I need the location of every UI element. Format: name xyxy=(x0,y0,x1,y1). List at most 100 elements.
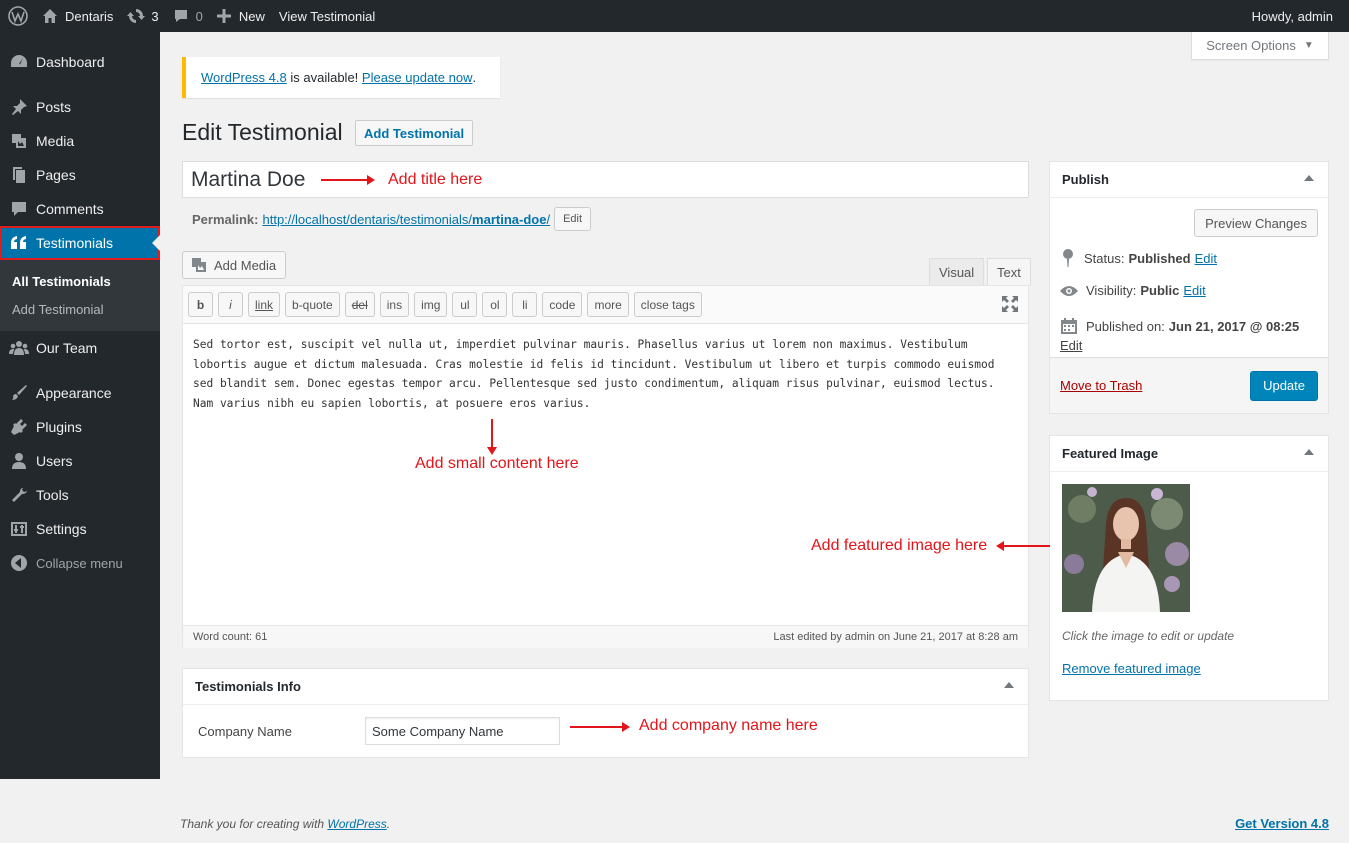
published-on-value: Jun 21, 2017 @ 08:25 xyxy=(1168,318,1300,334)
sidebar-item-label: Our Team xyxy=(36,340,98,356)
sidebar-item-dashboard[interactable]: Dashboard xyxy=(0,45,160,79)
update-button[interactable]: Update xyxy=(1250,370,1318,401)
submenu-add-testimonial[interactable]: Add Testimonial xyxy=(0,295,160,323)
sidebar-item-settings[interactable]: Settings xyxy=(0,512,160,546)
view-testimonial-link[interactable]: View Testimonial xyxy=(272,0,382,32)
edit-status-link[interactable]: Edit xyxy=(1195,251,1217,266)
qt-blockquote-button[interactable]: b-quote xyxy=(285,292,340,317)
toggle-up-icon[interactable] xyxy=(1304,449,1314,455)
featured-image-title: Featured Image xyxy=(1062,446,1159,461)
sidebar-item-users[interactable]: Users xyxy=(0,444,160,478)
updates-link[interactable]: 3 xyxy=(120,0,165,32)
comment-icon xyxy=(9,199,29,219)
sidebar-item-label: Pages xyxy=(36,167,76,183)
qt-link-button[interactable]: link xyxy=(248,292,281,317)
sidebar-item-label: Settings xyxy=(36,521,87,537)
sidebar-item-plugins[interactable]: Plugins xyxy=(0,410,160,444)
collapse-menu-button[interactable]: Collapse menu xyxy=(0,546,160,580)
edit-visibility-link[interactable]: Edit xyxy=(1183,283,1205,298)
add-media-button[interactable]: Add Media xyxy=(182,251,287,279)
word-count: Word count: 61 xyxy=(193,631,268,643)
published-on-row: Published on: Jun 21, 2017 @ 08:25 xyxy=(1060,317,1303,335)
qt-close-tags-button[interactable]: close tags xyxy=(633,292,702,317)
publish-header[interactable]: Publish xyxy=(1050,162,1328,198)
permalink-link[interactable]: http://localhost/dentaris/testimonials/m… xyxy=(262,212,550,227)
permalink-end: / xyxy=(546,211,551,227)
qt-more-button[interactable]: more xyxy=(587,292,629,317)
quote-icon xyxy=(9,233,29,253)
preview-changes-button[interactable]: Preview Changes xyxy=(1194,209,1318,237)
add-testimonial-button[interactable]: Add Testimonial xyxy=(355,120,474,146)
screen-options-button[interactable]: Screen Options ▼ xyxy=(1191,32,1329,60)
sidebar-item-media[interactable]: Media xyxy=(0,124,160,158)
qt-ul-button[interactable]: ul xyxy=(452,292,478,317)
quicktags-toolbar: b i link b-quote del ins img ul ol li co… xyxy=(183,286,1028,324)
groups-icon xyxy=(9,338,29,358)
qt-ol-button[interactable]: ol xyxy=(482,292,508,317)
publish-title: Publish xyxy=(1062,172,1109,187)
qt-li-button[interactable]: li xyxy=(512,292,538,317)
footer-thanks: Thank you for creating with WordPress. xyxy=(180,817,390,831)
last-edited: Last edited by admin on June 21, 2017 at… xyxy=(773,631,1018,643)
qt-code-button[interactable]: code xyxy=(542,292,583,317)
qt-del-button[interactable]: del xyxy=(344,292,375,317)
tab-visual[interactable]: Visual xyxy=(929,258,985,286)
annotation-arrow-content xyxy=(487,419,497,455)
my-account-link[interactable]: Howdy, admin xyxy=(1245,0,1349,32)
annotation-featured: Add featured image here xyxy=(811,537,988,554)
sidebar-item-tools[interactable]: Tools xyxy=(0,478,160,512)
toggle-up-icon[interactable] xyxy=(1304,175,1314,181)
qt-bold-button[interactable]: b xyxy=(188,292,213,317)
sidebar-item-comments[interactable]: Comments xyxy=(0,192,160,226)
fullscreen-icon[interactable] xyxy=(1002,296,1018,315)
comment-icon xyxy=(174,10,187,22)
publish-box: Publish Preview Changes Status: Publishe… xyxy=(1049,161,1329,414)
wordpress-link[interactable]: WordPress xyxy=(327,817,386,831)
sidebar-item-label: Appearance xyxy=(36,385,112,401)
published-on-label: Published on: xyxy=(1086,318,1165,334)
calendar-icon xyxy=(1061,318,1077,334)
content-textarea[interactable]: Sed tortor est, suscipit vel nulla ut, i… xyxy=(183,324,1028,625)
annotation-arrow-title xyxy=(321,175,375,185)
featured-image-header[interactable]: Featured Image xyxy=(1050,436,1328,472)
featured-image-thumbnail[interactable] xyxy=(1062,484,1190,612)
annotation-title: Add title here xyxy=(388,171,483,188)
remove-featured-image-link[interactable]: Remove featured image xyxy=(1062,661,1201,676)
testimonials-info-title: Testimonials Info xyxy=(195,679,301,694)
settings-icon xyxy=(9,519,29,539)
edit-date-link[interactable]: Edit xyxy=(1060,338,1082,353)
company-name-input[interactable] xyxy=(365,717,560,745)
sidebar-item-posts[interactable]: Posts xyxy=(0,90,160,124)
edit-permalink-button[interactable]: Edit xyxy=(554,207,592,231)
company-name-row: Company Name xyxy=(183,705,1028,757)
submenu-all-testimonials[interactable]: All Testimonials xyxy=(0,267,160,295)
screen-options-label: Screen Options xyxy=(1206,38,1296,53)
annotation-arrow-company xyxy=(570,722,630,732)
permalink-slug: martina-doe xyxy=(472,211,547,227)
get-version-link[interactable]: Get Version 4.8 xyxy=(1235,816,1329,831)
tab-text[interactable]: Text xyxy=(987,258,1031,286)
update-now-link[interactable]: Please update now xyxy=(362,70,473,85)
sidebar-item-testimonials[interactable]: Testimonials xyxy=(0,226,160,260)
testimonials-info-header[interactable]: Testimonials Info xyxy=(183,669,1028,705)
pages-icon xyxy=(9,165,29,185)
toggle-up-icon[interactable] xyxy=(1004,682,1014,688)
qt-ins-button[interactable]: ins xyxy=(379,292,410,317)
site-name-link[interactable]: Dentaris xyxy=(35,0,120,32)
visibility-row: Visibility: Public Edit xyxy=(1060,283,1206,298)
qt-italic-button[interactable]: i xyxy=(218,292,243,317)
sidebar-item-pages[interactable]: Pages xyxy=(0,158,160,192)
sidebar-item-our-team[interactable]: Our Team xyxy=(0,331,160,365)
wordpress-version-link[interactable]: WordPress 4.8 xyxy=(201,70,287,85)
sidebar-item-label: Dashboard xyxy=(36,54,105,70)
comments-link[interactable]: 0 xyxy=(166,0,210,32)
comments-count: 0 xyxy=(195,8,203,24)
new-content-link[interactable]: New xyxy=(210,0,272,32)
move-to-trash-link[interactable]: Move to Trash xyxy=(1060,378,1142,393)
sidebar-item-appearance[interactable]: Appearance xyxy=(0,376,160,410)
qt-img-button[interactable]: img xyxy=(414,292,448,317)
annotation-arrow-featured xyxy=(996,541,1050,551)
status-label: Status: xyxy=(1084,250,1125,266)
wordpress-logo-icon[interactable] xyxy=(0,0,35,32)
title-input[interactable]: Martina Doe xyxy=(182,161,1029,198)
